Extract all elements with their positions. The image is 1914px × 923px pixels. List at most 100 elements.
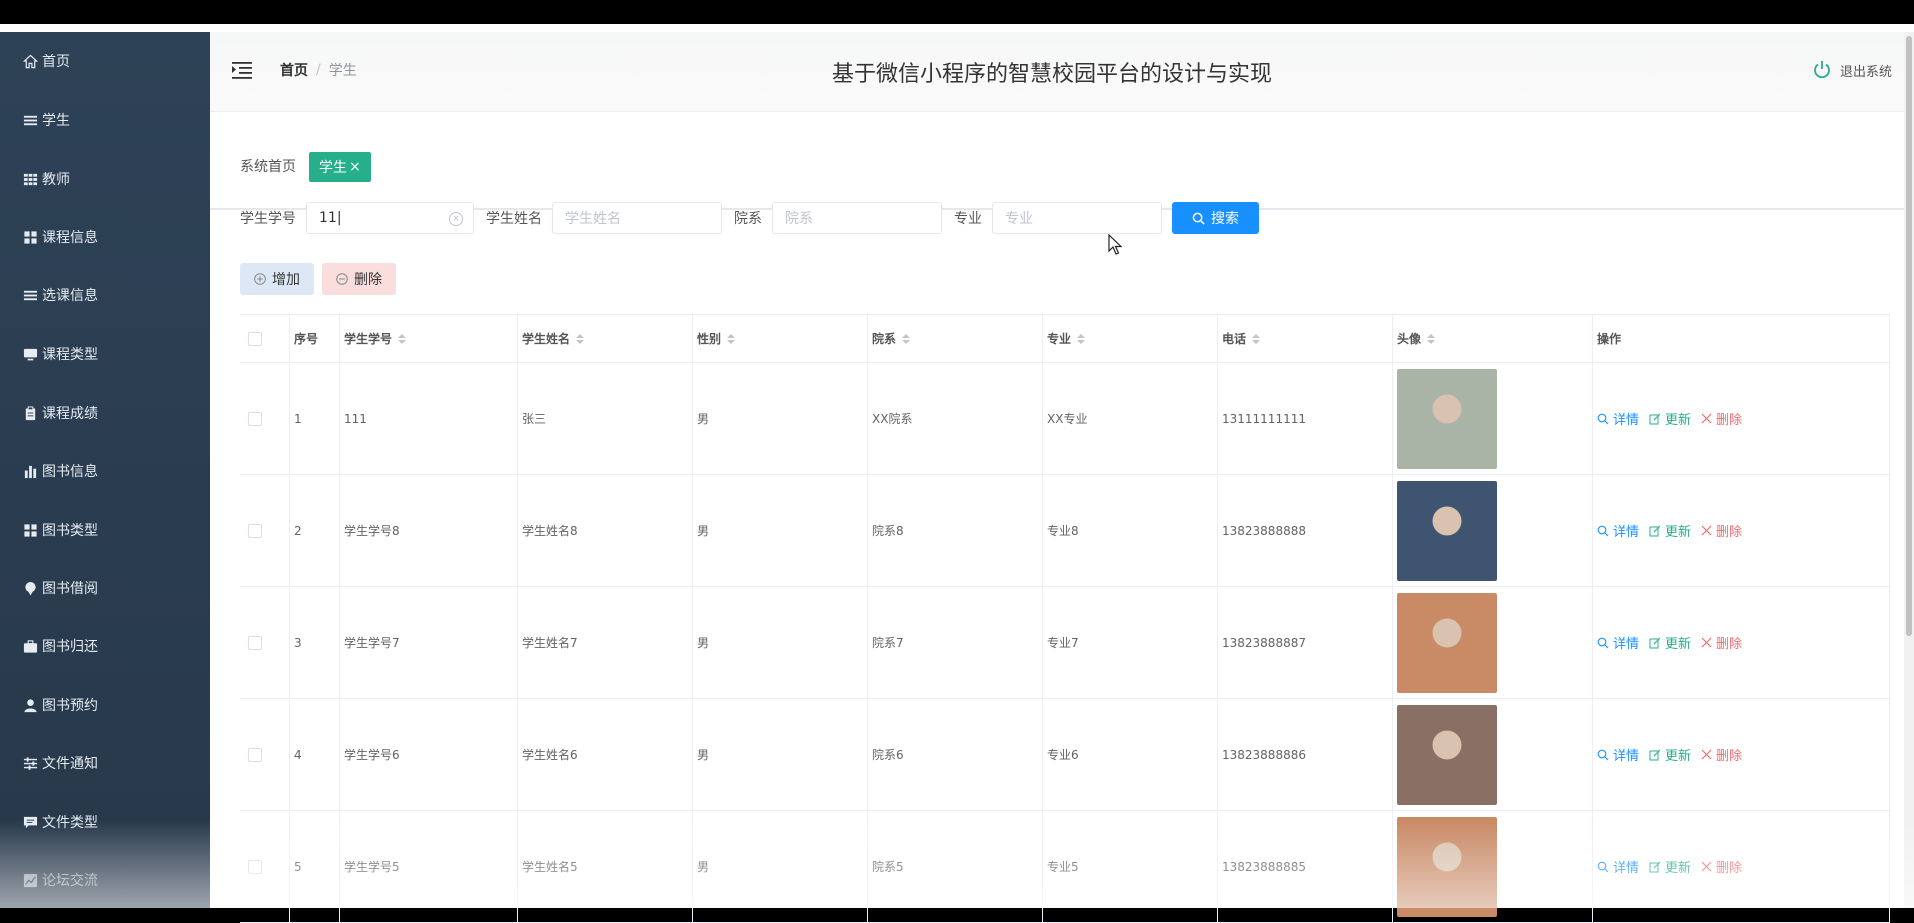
sidebar-item-label: 论坛交流 — [42, 873, 98, 889]
row-checkbox[interactable] — [248, 747, 262, 762]
cell-index: 2 — [290, 475, 340, 586]
column-header[interactable]: 学生学号 — [340, 315, 518, 362]
row-checkbox[interactable] — [248, 523, 262, 538]
add-button[interactable]: 增加 — [240, 263, 314, 295]
column-header[interactable]: 电话 — [1218, 315, 1393, 362]
column-header[interactable]: 头像 — [1393, 315, 1593, 362]
delete-button[interactable]: 删除 — [1701, 521, 1742, 540]
sidebar-item-0[interactable]: 首页 — [22, 49, 70, 73]
cell-phone: 13823888885 — [1218, 811, 1393, 922]
cell-major: 专业6 — [1043, 699, 1218, 810]
column-header[interactable]: 院系 — [868, 315, 1043, 362]
sidebar: 首页学生教师课程信息选课信息课程类型课程成绩图书信息图书类型图书借阅图书归还图书… — [0, 32, 210, 908]
delete-button[interactable]: 删除 — [1701, 857, 1742, 876]
bar-chart-icon — [22, 463, 38, 479]
user-icon — [22, 697, 38, 713]
scrollbar-thumb[interactable] — [1906, 36, 1912, 636]
select-all-checkbox[interactable] — [248, 331, 262, 346]
column-header-label: 学生姓名 — [522, 332, 571, 346]
cell-text: 学生学号6 — [344, 748, 400, 762]
sort-caret-icon[interactable] — [1077, 333, 1086, 344]
sort-caret-icon[interactable] — [576, 333, 585, 344]
column-header: 操作 — [1593, 315, 1890, 362]
sidebar-item-10[interactable]: 图书归还 — [22, 634, 98, 658]
cell-text: 111 — [344, 411, 367, 426]
scrollbar[interactable] — [1904, 32, 1914, 908]
sidebar-item-5[interactable]: 课程类型 — [22, 342, 98, 366]
sidebar-item-1[interactable]: 学生 — [22, 108, 70, 132]
table-row: 4 学生学号6 学生姓名6 男 院系6 专业6 13823888886 详情 更新 删除 — [240, 699, 1890, 811]
student-no-input[interactable]: 11 | × — [306, 202, 474, 234]
sidebar-item-6[interactable]: 课程成绩 — [22, 401, 98, 425]
row-checkbox[interactable] — [248, 635, 262, 650]
cell-text: 1 — [294, 411, 302, 426]
close-icon — [1701, 861, 1712, 872]
column-header[interactable]: 专业 — [1043, 315, 1218, 362]
sort-caret-icon[interactable] — [727, 333, 736, 344]
detail-button[interactable]: 详情 — [1597, 633, 1639, 652]
sidebar-item-7[interactable]: 图书信息 — [22, 459, 98, 483]
sort-caret-icon[interactable] — [1252, 333, 1261, 344]
sort-caret-icon[interactable] — [398, 333, 407, 344]
logout-button[interactable]: 退出系统 — [1812, 60, 1892, 80]
sidebar-item-label: 图书归还 — [42, 639, 98, 655]
detail-button[interactable]: 详情 — [1597, 409, 1639, 428]
main-area: 首页 / 学生 基于微信小程序的智慧校园平台的设计与实现 退出系统 系统首页 学… — [210, 32, 1914, 923]
sidebar-item-4[interactable]: 选课信息 — [22, 283, 98, 307]
cell-avatar — [1393, 699, 1593, 810]
update-button[interactable]: 更新 — [1649, 633, 1691, 652]
sidebar-item-13[interactable]: 文件类型 — [22, 810, 98, 834]
row-checkbox[interactable] — [248, 859, 262, 874]
update-button[interactable]: 更新 — [1649, 521, 1691, 540]
sidebar-item-11[interactable]: 图书预约 — [22, 693, 98, 717]
major-input[interactable]: 专业 — [992, 202, 1162, 234]
close-icon — [1701, 749, 1712, 760]
sidebar-item-label: 选课信息 — [42, 288, 98, 304]
search-button[interactable]: 搜索 — [1172, 202, 1259, 234]
search-button-label: 搜索 — [1211, 211, 1239, 227]
cell-no: 学生学号6 — [340, 699, 518, 810]
tab-student[interactable]: 学生 × — [309, 152, 371, 182]
detail-button[interactable]: 详情 — [1597, 745, 1639, 764]
clear-icon[interactable]: × — [449, 212, 463, 226]
department-input[interactable]: 院系 — [772, 202, 942, 234]
sort-caret-icon[interactable] — [902, 333, 911, 344]
sidebar-item-12[interactable]: 文件通知 — [22, 751, 98, 775]
detail-label: 详情 — [1613, 861, 1640, 876]
apps-icon — [22, 522, 38, 538]
delete-button[interactable]: 删除 — [1701, 409, 1742, 428]
student-name-input[interactable]: 学生姓名 — [552, 202, 722, 234]
detail-button[interactable]: 详情 — [1597, 521, 1639, 540]
column-header[interactable]: 性别 — [693, 315, 868, 362]
delete-button[interactable]: 删除 — [1701, 745, 1742, 764]
close-icon[interactable]: × — [349, 159, 361, 175]
delete-button[interactable]: 删除 — [1701, 633, 1742, 652]
sidebar-item-8[interactable]: 图书类型 — [22, 518, 98, 542]
cell-major: XX专业 — [1043, 363, 1218, 474]
sort-caret-icon[interactable] — [1427, 333, 1436, 344]
batch-delete-button[interactable]: 删除 — [322, 263, 396, 295]
department-placeholder: 院系 — [785, 211, 813, 227]
column-header[interactable]: 学生姓名 — [518, 315, 693, 362]
update-button[interactable]: 更新 — [1649, 857, 1691, 876]
cell-dept: 院系5 — [868, 811, 1043, 922]
delete-label: 删除 — [1716, 861, 1743, 876]
tab-home[interactable]: 系统首页 — [240, 156, 296, 176]
cell-text: 院系8 — [872, 524, 904, 538]
sidebar-item-9[interactable]: 图书借阅 — [22, 576, 98, 600]
delete-label: 删除 — [1716, 637, 1743, 652]
sidebar-item-14[interactable]: 论坛交流 — [22, 868, 98, 892]
update-button[interactable]: 更新 — [1649, 745, 1691, 764]
update-button[interactable]: 更新 — [1649, 409, 1691, 428]
cell-text: 专业6 — [1047, 748, 1079, 762]
detail-button[interactable]: 详情 — [1597, 857, 1639, 876]
screen-top-bar — [0, 0, 1914, 24]
sidebar-item-3[interactable]: 课程信息 — [22, 225, 98, 249]
update-label: 更新 — [1665, 413, 1692, 428]
sidebar-item-label: 图书类型 — [42, 523, 98, 539]
row-checkbox[interactable] — [248, 411, 262, 426]
cell-no: 111 — [340, 363, 518, 474]
comment-icon — [22, 814, 38, 830]
sidebar-item-2[interactable]: 教师 — [22, 167, 70, 191]
pin-icon — [22, 580, 38, 596]
